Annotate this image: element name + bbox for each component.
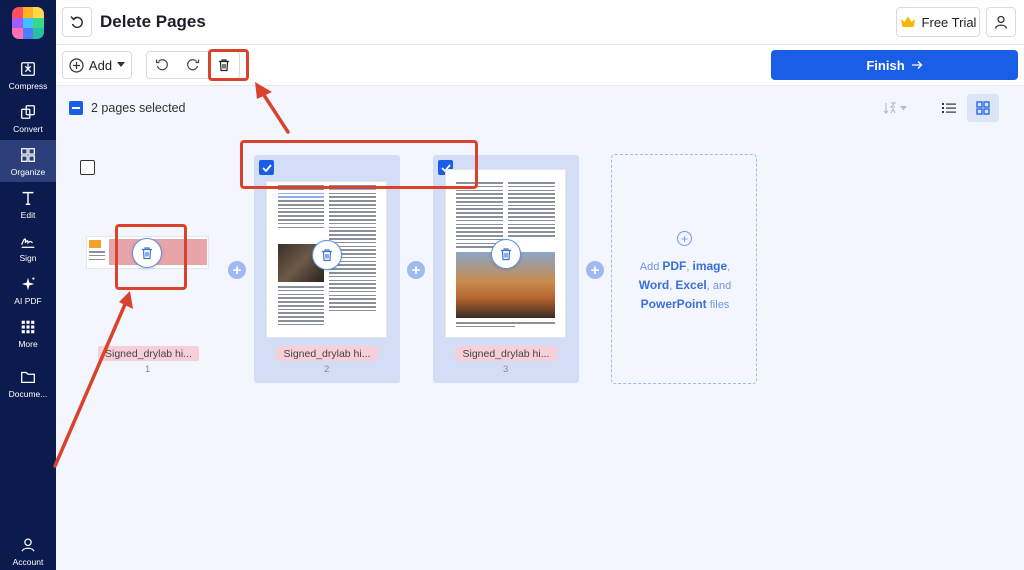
annotation-arrows [53, 82, 290, 468]
annotation-arrow-to-toolbar [260, 90, 290, 134]
annotation-arrow-to-page [53, 300, 128, 468]
